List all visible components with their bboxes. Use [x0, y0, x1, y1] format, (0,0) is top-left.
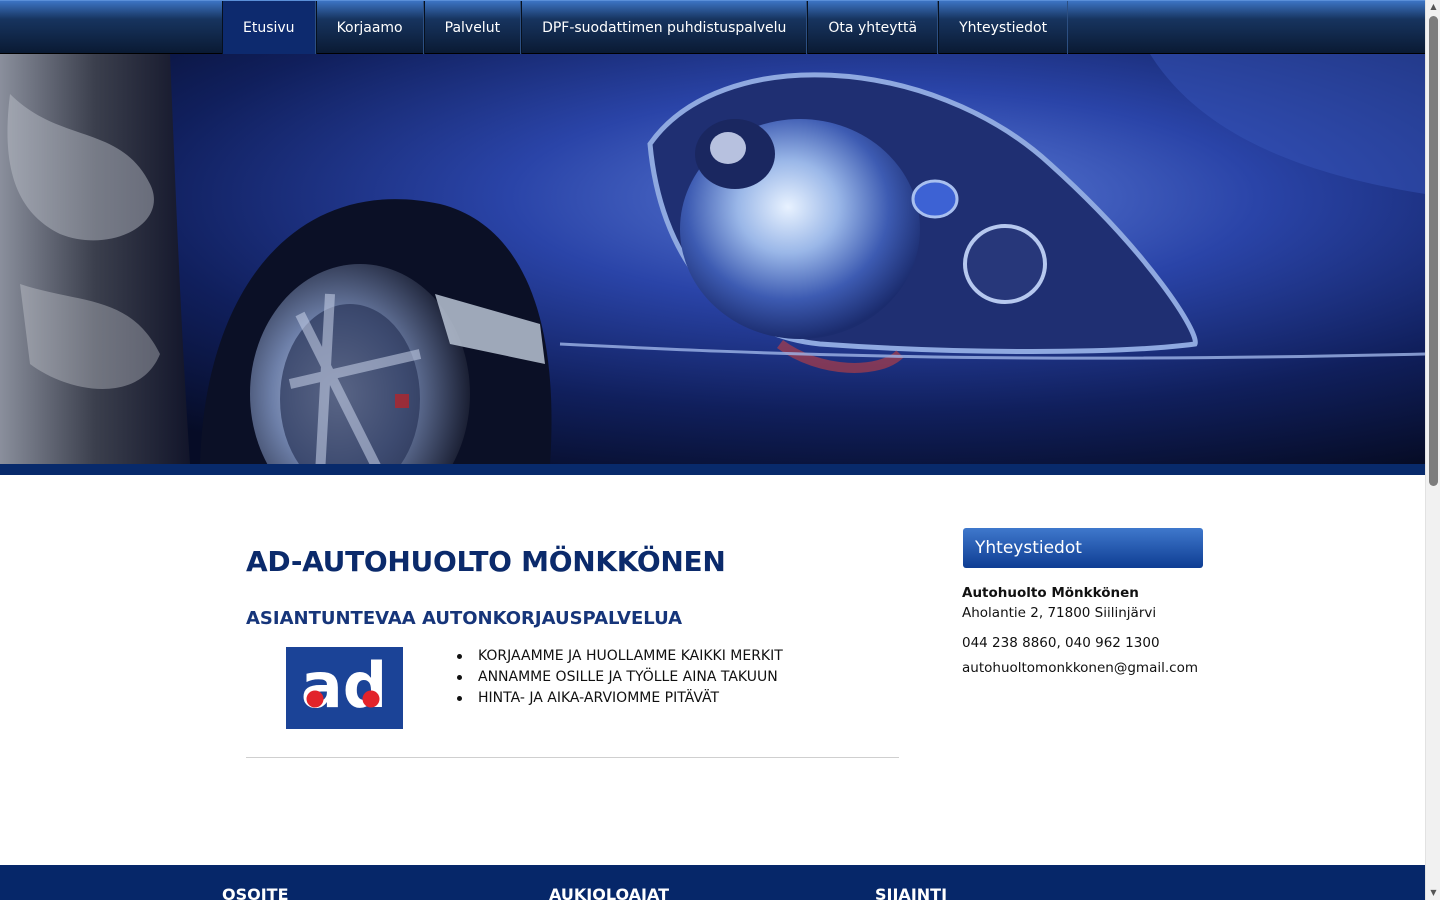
footer-heading-aukioloajat: AUKIOLOAJAT	[549, 885, 670, 900]
page: Etusivu Korjaamo Palvelut DPF-suodattime…	[0, 0, 1425, 900]
hero-banner-image	[0, 54, 1425, 464]
sidebar-email[interactable]: autohuoltomonkkonen@gmail.com	[962, 660, 1198, 676]
ad-logo: ad	[286, 647, 403, 729]
scrollbar-thumb[interactable]	[1429, 16, 1438, 486]
hero-bottom-bar	[0, 464, 1425, 475]
list-item: ANNAMME OSILLE JA TYÖLLE AINA TAKUUN	[456, 667, 783, 688]
feature-list: KORJAAMME JA HUOLLAMME KAIKKI MERKIT ANN…	[456, 646, 783, 709]
list-item: HINTA- JA AIKA-ARVIOMME PITÄVÄT	[456, 688, 783, 709]
nav-item-korjaamo[interactable]: Korjaamo	[315, 1, 424, 54]
scroll-up-arrow-icon[interactable]: ▲	[1426, 0, 1440, 14]
page-subtitle: ASIANTUNTEVAA AUTONKORJAUSPALVELUA	[246, 608, 683, 629]
footer: OSOITE AUKIOLOAJAT SIJAINTI	[0, 865, 1425, 900]
ad-logo-graphic: ad	[286, 647, 403, 729]
footer-heading-osoite: OSOITE	[222, 885, 289, 900]
sidebar-company-name: Autohuolto Mönkkönen	[962, 585, 1139, 601]
nav-item-dpf[interactable]: DPF-suodattimen puhdistuspalvelu	[521, 1, 808, 54]
page-title: AD-AUTOHUOLTO MÖNKKÖNEN	[246, 545, 726, 578]
sidebar-address: Aholantie 2, 71800 Siilinjärvi	[962, 605, 1157, 621]
car-headlight-illustration	[0, 54, 1425, 464]
list-item: KORJAAMME JA HUOLLAMME KAIKKI MERKIT	[456, 646, 783, 667]
content-divider	[246, 757, 899, 758]
nav-menu: Etusivu Korjaamo Palvelut DPF-suodattime…	[222, 1, 1069, 54]
ad-logo-text: ad	[301, 649, 387, 722]
nav-item-etusivu[interactable]: Etusivu	[222, 1, 316, 54]
footer-heading-sijainti: SIJAINTI	[875, 885, 948, 900]
nav-item-ota-yhteytta[interactable]: Ota yhteyttä	[807, 1, 939, 54]
scroll-down-arrow-icon[interactable]: ▼	[1426, 886, 1440, 900]
nav-item-palvelut[interactable]: Palvelut	[423, 1, 522, 54]
vertical-scrollbar[interactable]: ▲ ▼	[1425, 0, 1440, 900]
sidebar-phone: 044 238 8860, 040 962 1300	[962, 635, 1160, 651]
top-navigation: Etusivu Korjaamo Palvelut DPF-suodattime…	[0, 0, 1425, 54]
sidebar-header: Yhteystiedot	[963, 528, 1203, 568]
nav-item-yhteystiedot[interactable]: Yhteystiedot	[938, 1, 1069, 54]
